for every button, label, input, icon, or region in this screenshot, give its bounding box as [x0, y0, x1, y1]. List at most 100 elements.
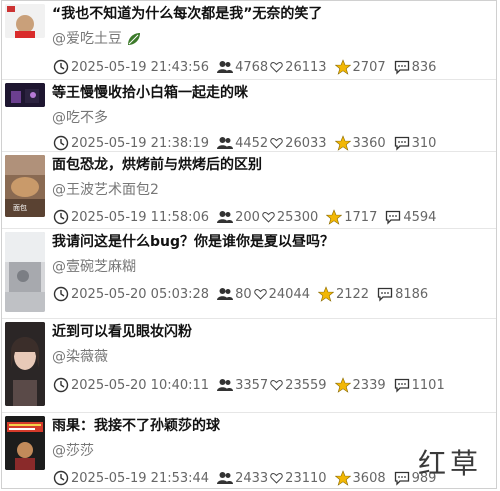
clock-icon [53, 59, 69, 75]
post-time: 2025-05-19 21:38:19 [71, 135, 210, 151]
video-thumbnail[interactable] [5, 416, 45, 470]
comment-count: 4594 [403, 209, 437, 225]
users-icon [217, 137, 234, 149]
item-title[interactable]: 近到可以看见眼妆闪粉 [52, 323, 192, 341]
star-count: 2339 [352, 377, 386, 393]
comment-icon [377, 287, 393, 302]
heart-icon [253, 289, 267, 300]
author-name: @染薇薇 [52, 349, 108, 365]
star-icon [326, 209, 343, 225]
viewer-count: 3357 [235, 377, 269, 393]
watermark: 红草 [418, 447, 483, 480]
comment-icon [386, 210, 401, 225]
viewer-count: 2433 [235, 470, 269, 486]
item-meta: 2025-05-19 21:43:56 4768 26113 2707 836 [53, 58, 436, 76]
like-count: 23559 [285, 377, 327, 393]
item-author[interactable]: @莎莎 [52, 442, 94, 460]
like-count: 24044 [268, 286, 310, 302]
post-time: 2025-05-19 11:58:06 [71, 209, 210, 225]
video-thumbnail[interactable] [5, 83, 45, 107]
post-time: 2025-05-20 10:40:11 [71, 377, 210, 393]
viewer-count: 80 [235, 286, 252, 302]
author-name: @莎莎 [52, 443, 94, 459]
item-title[interactable]: “我也不知道为什么每次都是我”无奈的笑了 [52, 5, 322, 23]
comment-count: 836 [411, 59, 437, 75]
list-item[interactable]: 面包 面包恐龙，烘烤前与烘烤后的区别 @王波艺术面包2 2025-05-19 1… [2, 152, 496, 229]
comment-icon [394, 471, 409, 486]
heart-icon [270, 380, 283, 391]
heart-icon [270, 62, 283, 73]
like-count: 26113 [285, 59, 327, 75]
video-thumbnail[interactable] [5, 4, 45, 38]
video-thumbnail[interactable]: 面包 [5, 155, 45, 217]
clock-icon [53, 209, 69, 225]
like-count: 25300 [276, 209, 319, 225]
thumbnail-image [5, 4, 45, 38]
trending-list: “我也不知道为什么每次都是我”无奈的笑了 @爱吃土豆 2025-05-19 21… [1, 0, 497, 489]
post-time: 2025-05-19 21:43:56 [71, 59, 210, 75]
author-name: @壹碗芝麻糊 [52, 259, 136, 275]
author-name: @王波艺术面包2 [52, 182, 159, 198]
leaf-icon [128, 33, 141, 45]
item-meta: 2025-05-19 11:58:06 200 25300 1717 4594 [53, 208, 436, 226]
author-name: @爱吃土豆 [52, 31, 122, 47]
comment-icon [394, 378, 409, 393]
thumbnail-image [5, 416, 45, 470]
comment-icon [394, 60, 409, 75]
item-title[interactable]: 我请问这是什么bug？你是谁你是夏以昼吗？ [52, 233, 334, 251]
thumbnail-caption: 面包 [13, 204, 27, 212]
list-item[interactable]: 我请问这是什么bug？你是谁你是夏以昼吗？ @壹碗芝麻糊 2025-05-20 … [2, 229, 496, 319]
star-count: 2122 [335, 286, 370, 302]
list-item[interactable]: 等王慢慢收拾小白箱一起走的咪 @吃不多 2025-05-19 21:38:19 … [2, 80, 496, 152]
star-count: 3608 [352, 470, 386, 486]
item-author[interactable]: @王波艺术面包2 [52, 181, 159, 199]
like-count: 23110 [285, 470, 327, 486]
list-item[interactable]: “我也不知道为什么每次都是我”无奈的笑了 @爱吃土豆 2025-05-19 21… [2, 1, 496, 80]
item-author[interactable]: @壹碗芝麻糊 [52, 258, 136, 276]
thumbnail-image [5, 83, 45, 107]
comment-count: 310 [411, 135, 437, 151]
thumbnail-image [5, 232, 45, 312]
item-author[interactable]: @吃不多 [52, 109, 108, 127]
users-icon [217, 379, 234, 391]
users-icon [217, 288, 234, 300]
video-thumbnail[interactable] [5, 232, 45, 312]
users-icon [217, 211, 234, 223]
item-author[interactable]: @染薇薇 [52, 348, 108, 366]
post-time: 2025-05-19 21:53:44 [71, 470, 210, 486]
comment-count: 8186 [395, 286, 429, 302]
item-title[interactable]: 雨果：我接不了孙颖莎的球 [52, 417, 220, 435]
heart-icon [270, 473, 283, 484]
viewer-count: 200 [235, 209, 260, 225]
post-time: 2025-05-20 05:03:28 [71, 286, 210, 302]
users-icon [217, 61, 234, 73]
viewer-count: 4452 [235, 135, 269, 151]
star-count: 1717 [344, 209, 378, 225]
viewer-count: 4768 [235, 59, 269, 75]
like-count: 26033 [285, 135, 327, 151]
thumbnail-image [5, 322, 45, 406]
star-count: 2707 [352, 59, 386, 75]
heart-icon [262, 212, 275, 223]
item-meta: 2025-05-20 05:03:28 80 24044 2122 8186 [53, 285, 428, 303]
comment-icon [394, 136, 409, 151]
star-icon [334, 377, 351, 393]
item-meta: 2025-05-20 10:40:11 3357 23559 2339 1101 [53, 376, 445, 394]
clock-icon [53, 286, 69, 302]
clock-icon [53, 135, 69, 151]
item-author[interactable]: @爱吃土豆 [52, 30, 142, 48]
star-icon [317, 286, 334, 302]
item-title[interactable]: 等王慢慢收拾小白箱一起走的咪 [52, 84, 248, 102]
users-icon [217, 472, 234, 484]
comment-count: 1101 [411, 377, 445, 393]
item-title[interactable]: 面包恐龙，烘烤前与烘烤后的区别 [52, 156, 262, 174]
heart-icon [270, 138, 283, 149]
video-thumbnail[interactable] [5, 322, 45, 406]
star-icon [334, 470, 351, 486]
star-icon [334, 59, 351, 75]
item-meta: 2025-05-19 21:38:19 4452 26033 3360 310 [53, 134, 436, 152]
list-item[interactable]: 近到可以看见眼妆闪粉 @染薇薇 2025-05-20 10:40:11 3357… [2, 319, 496, 413]
author-name: @吃不多 [52, 110, 108, 126]
star-icon [334, 135, 351, 151]
clock-icon [53, 377, 69, 393]
